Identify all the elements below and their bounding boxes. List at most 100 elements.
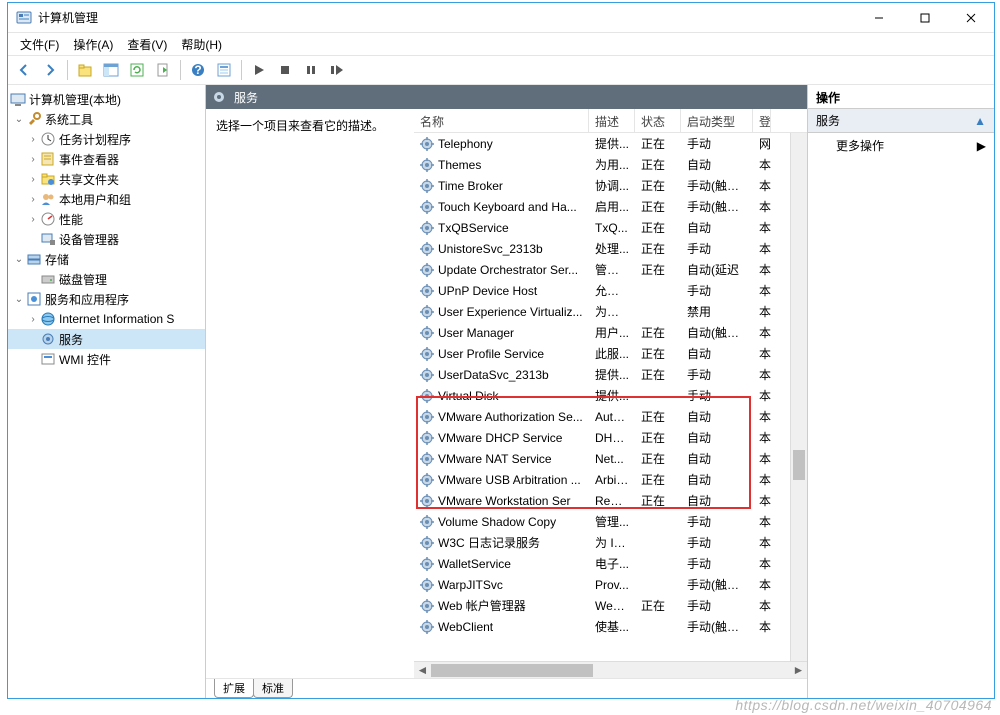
service-row[interactable]: User Experience Virtualiz...为应 ...禁用本 [414, 301, 807, 322]
tree-storage[interactable]: ⌄ 存储 [8, 249, 205, 269]
service-gear-icon [420, 557, 434, 571]
pause-service-button[interactable] [299, 58, 323, 82]
export-list-button[interactable] [151, 58, 175, 82]
twisty-closed-icon[interactable]: › [26, 134, 40, 145]
start-service-button[interactable] [247, 58, 271, 82]
help-button[interactable]: ? [186, 58, 210, 82]
twisty-closed-icon[interactable]: › [26, 154, 40, 165]
maximize-button[interactable] [902, 3, 948, 33]
tree-iis[interactable]: › Internet Information S [8, 309, 205, 329]
service-row[interactable]: Telephony提供...正在手动网 [414, 133, 807, 154]
service-row[interactable]: UserDataSvc_2313b提供...正在手动本 [414, 364, 807, 385]
actions-section[interactable]: 服务 ▲ [808, 109, 994, 133]
service-row[interactable]: VMware NAT ServiceNet...正在自动本 [414, 448, 807, 469]
services-list-panel: 名称 描述 状态 启动类型 登 Telephony提供...正在手动网Theme… [414, 109, 807, 678]
menu-action[interactable]: 操作(A) [67, 34, 119, 55]
twisty-open-icon[interactable]: ⌄ [12, 114, 26, 125]
service-row[interactable]: VMware Workstation SerRem...正在自动本 [414, 490, 807, 511]
service-status: 正在 [635, 597, 681, 614]
service-startup: 手动 [681, 387, 753, 404]
service-gear-icon [420, 137, 434, 151]
back-button[interactable] [12, 58, 36, 82]
service-row[interactable]: VMware DHCP ServiceDHC...正在自动本 [414, 427, 807, 448]
services-list[interactable]: Telephony提供...正在手动网Themes为用...正在自动本Time … [414, 133, 807, 661]
col-logon[interactable]: 登 [753, 109, 771, 132]
service-row[interactable]: Time Broker协调...正在手动(触发...本 [414, 175, 807, 196]
service-gear-icon [420, 179, 434, 193]
service-row[interactable]: W3C 日志记录服务为 In...手动本 [414, 532, 807, 553]
wmi-icon [40, 351, 56, 367]
service-row[interactable]: User Manager用户...正在自动(触发...本 [414, 322, 807, 343]
service-row[interactable]: VMware USB Arbitration ...Arbit...正在自动本 [414, 469, 807, 490]
service-gear-icon [420, 452, 434, 466]
service-row[interactable]: VMware Authorization Se...Auth...正在自动本 [414, 406, 807, 427]
services-header: 服务 [206, 85, 807, 109]
service-row[interactable]: Update Orchestrator Ser...管理 ...正在自动(延迟本 [414, 259, 807, 280]
tree-root[interactable]: 计算机管理(本地) [8, 89, 205, 109]
menu-view[interactable]: 查看(V) [121, 34, 173, 55]
scroll-right-icon[interactable]: ► [790, 662, 807, 679]
twisty-closed-icon[interactable]: › [26, 214, 40, 225]
service-row[interactable]: Web 帐户管理器Web...正在手动本 [414, 595, 807, 616]
forward-button[interactable] [38, 58, 62, 82]
col-name[interactable]: 名称 [414, 109, 589, 132]
scroll-left-icon[interactable]: ◄ [414, 662, 431, 679]
restart-service-button[interactable] [325, 58, 349, 82]
tree-services[interactable]: 服务 [8, 329, 205, 349]
col-status[interactable]: 状态 [635, 109, 681, 132]
service-gear-icon [420, 305, 434, 319]
service-gear-icon [420, 410, 434, 424]
properties-button[interactable] [212, 58, 236, 82]
show-hide-tree-button[interactable] [99, 58, 123, 82]
close-button[interactable] [948, 3, 994, 33]
service-desc: 提供... [589, 135, 635, 152]
tree-wmi[interactable]: WMI 控件 [8, 349, 205, 369]
vertical-scrollbar[interactable] [790, 133, 807, 661]
up-button[interactable] [73, 58, 97, 82]
service-row[interactable]: WalletService电子...手动本 [414, 553, 807, 574]
service-row[interactable]: WarpJITSvcProv...手动(触发...本 [414, 574, 807, 595]
service-logon: 本 [753, 408, 771, 425]
minimize-button[interactable] [856, 3, 902, 33]
twisty-open-icon[interactable]: ⌄ [12, 254, 26, 265]
stop-service-button[interactable] [273, 58, 297, 82]
service-row[interactable]: Virtual Disk提供...手动本 [414, 385, 807, 406]
tree-disk-mgmt[interactable]: 磁盘管理 [8, 269, 205, 289]
service-row[interactable]: UnistoreSvc_2313b处理...正在手动本 [414, 238, 807, 259]
service-status: 正在 [635, 135, 681, 152]
service-row[interactable]: WebClient使基...手动(触发...本 [414, 616, 807, 637]
twisty-open-icon[interactable]: ⌄ [12, 294, 26, 305]
service-row[interactable]: TxQBServiceTxQ...正在自动本 [414, 217, 807, 238]
tree-system-tools[interactable]: ⌄ 系统工具 [8, 109, 205, 129]
iis-icon [40, 311, 56, 327]
menu-help[interactable]: 帮助(H) [175, 34, 228, 55]
col-desc[interactable]: 描述 [589, 109, 635, 132]
service-desc: 启用... [589, 198, 635, 215]
twisty-closed-icon[interactable]: › [26, 174, 40, 185]
horizontal-scrollbar[interactable]: ◄ ► [414, 661, 807, 678]
col-startup[interactable]: 启动类型 [681, 109, 753, 132]
folder-share-icon [40, 171, 56, 187]
actions-more[interactable]: 更多操作 ▶ [808, 133, 994, 158]
twisty-closed-icon[interactable]: › [26, 194, 40, 205]
tree-services-apps[interactable]: ⌄ 服务和应用程序 [8, 289, 205, 309]
service-row[interactable]: User Profile Service此服...正在自动本 [414, 343, 807, 364]
tree-event-viewer[interactable]: › 事件查看器 [8, 149, 205, 169]
service-row[interactable]: Volume Shadow Copy管理...手动本 [414, 511, 807, 532]
tab-extended[interactable]: 扩展 [214, 679, 254, 698]
tree-performance[interactable]: › 性能 [8, 209, 205, 229]
menu-file[interactable]: 文件(F) [14, 34, 65, 55]
refresh-button[interactable] [125, 58, 149, 82]
service-startup: 自动(延迟 [681, 261, 753, 278]
service-row[interactable]: Themes为用...正在自动本 [414, 154, 807, 175]
tree-task-scheduler[interactable]: › 任务计划程序 [8, 129, 205, 149]
twisty-closed-icon[interactable]: › [26, 314, 40, 325]
service-row[interactable]: UPnP Device Host允许 ...手动本 [414, 280, 807, 301]
tree-local-users[interactable]: › 本地用户和组 [8, 189, 205, 209]
service-name: WebClient [438, 620, 493, 634]
service-row[interactable]: Touch Keyboard and Ha...启用...正在手动(触发...本 [414, 196, 807, 217]
tree-device-manager[interactable]: 设备管理器 [8, 229, 205, 249]
service-status: 正在 [635, 198, 681, 215]
tab-standard[interactable]: 标准 [253, 679, 293, 698]
tree-shared-folders[interactable]: › 共享文件夹 [8, 169, 205, 189]
